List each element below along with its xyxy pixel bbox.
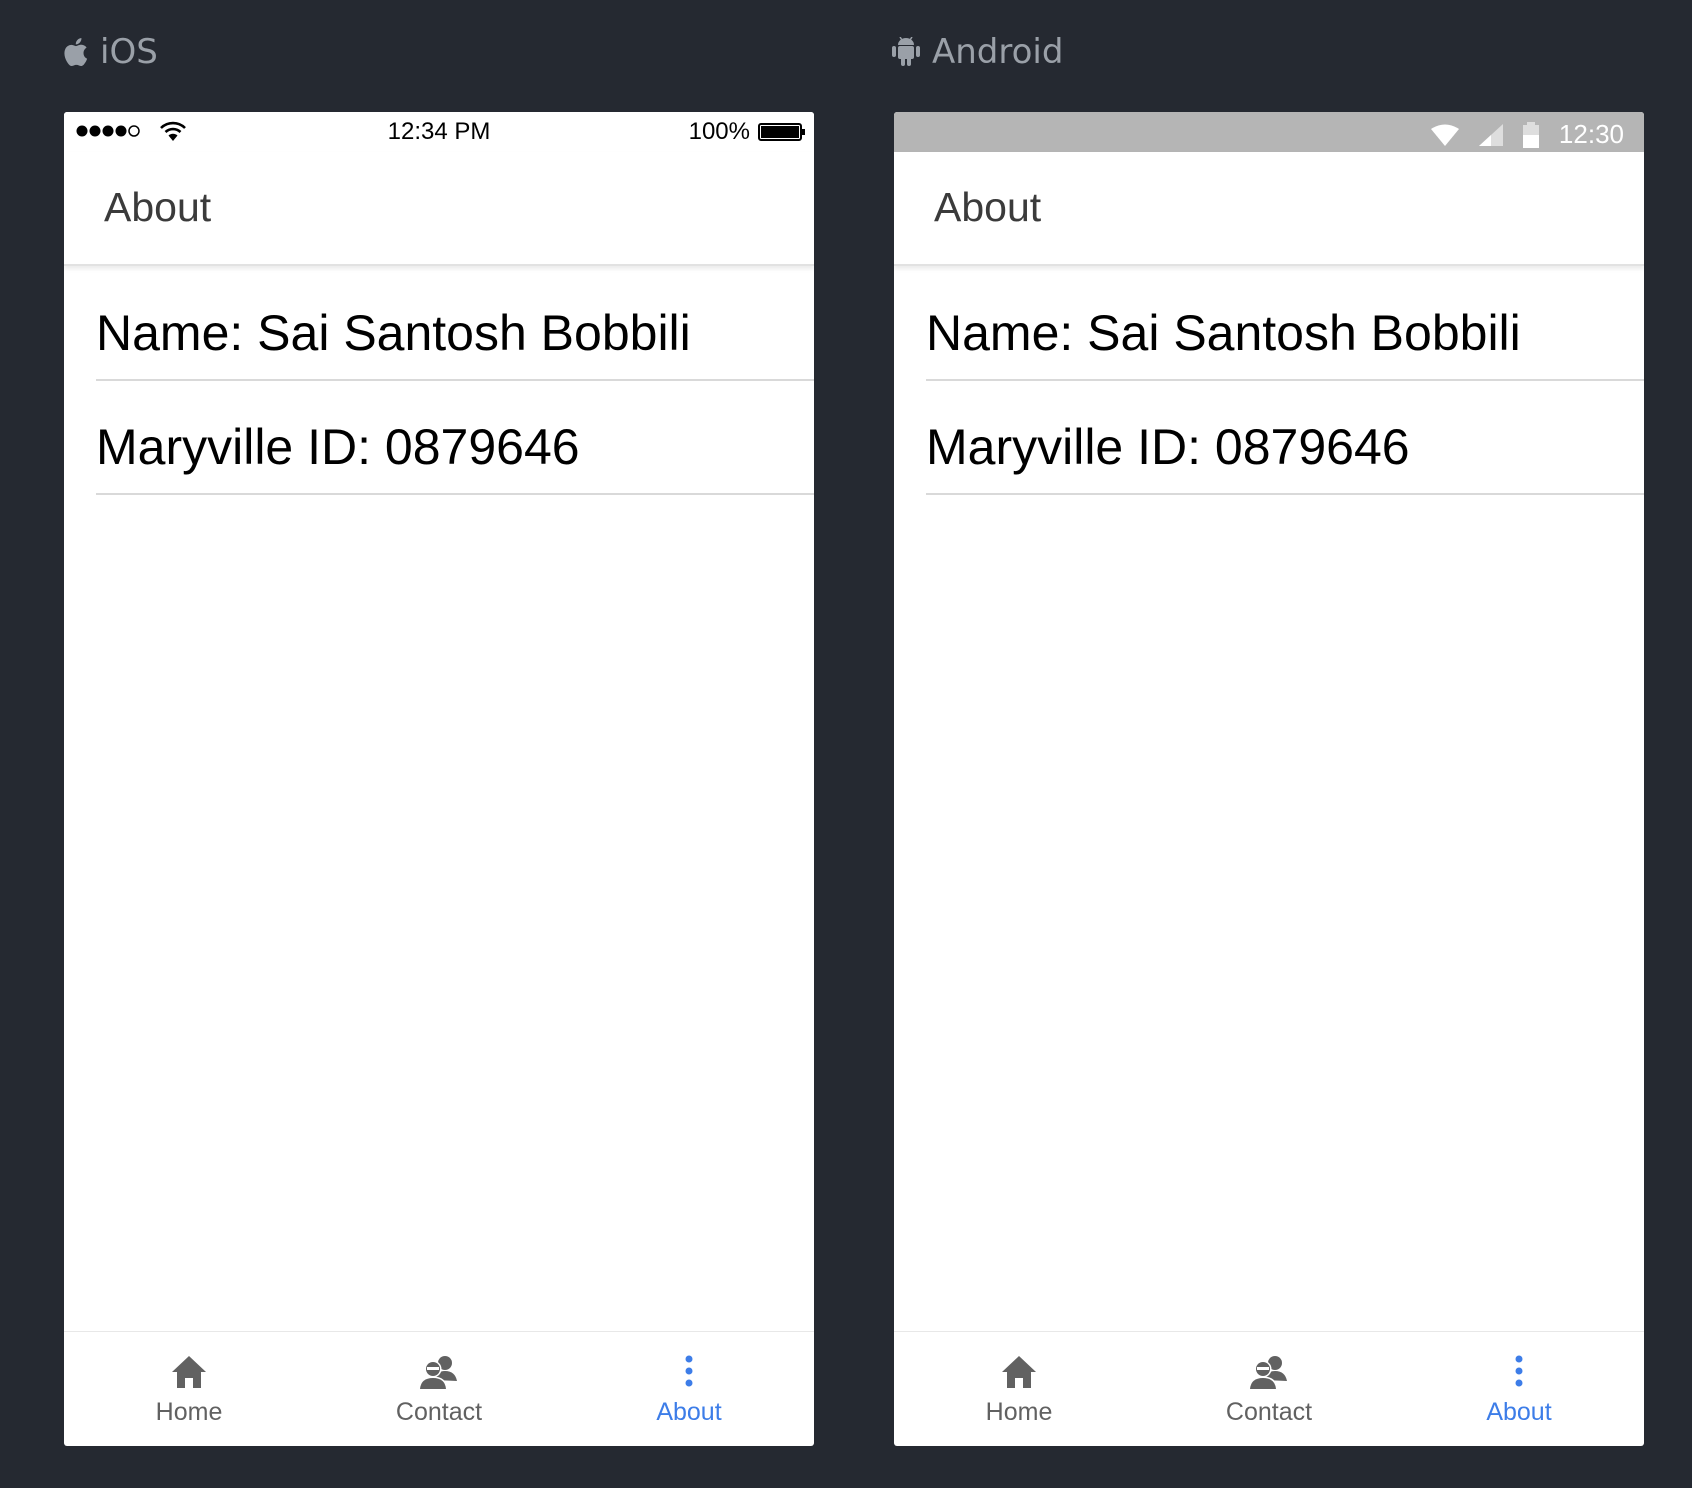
list-item-text: Name: Sai Santosh Bobbili xyxy=(96,305,691,361)
android-status-time: 12:30 xyxy=(1558,119,1624,149)
tab-contact[interactable]: Contact xyxy=(1144,1332,1394,1446)
more-vertical-icon xyxy=(1515,1355,1523,1387)
android-status-bar: 12:30 xyxy=(894,112,1644,152)
apple-icon xyxy=(64,38,88,67)
list-item-id: Maryville ID: 0879646 xyxy=(926,381,1644,495)
wifi-icon xyxy=(1430,124,1459,146)
ios-header: About xyxy=(64,152,814,266)
ios-about-list: Name: Sai Santosh Bobbili Maryville ID: … xyxy=(96,267,814,495)
android-icon xyxy=(892,37,920,66)
tab-label: Contact xyxy=(395,1398,483,1426)
ios-phone-screen: 12:34 PM 100% About Name: Sai Santosh Bo… xyxy=(64,112,814,1446)
list-item-name: Name: Sai Santosh Bobbili xyxy=(96,267,814,381)
list-item-text: Maryville ID: 0879646 xyxy=(926,419,1410,475)
tab-label: Home xyxy=(985,1398,1053,1426)
home-icon xyxy=(1002,1356,1036,1388)
battery-percentage: 100% xyxy=(688,118,750,145)
tab-label: Home xyxy=(155,1398,223,1426)
list-item-text: Maryville ID: 0879646 xyxy=(96,419,580,475)
home-icon xyxy=(172,1356,206,1388)
ios-tab-bar: Home Contact About xyxy=(64,1331,814,1446)
more-vertical-icon xyxy=(685,1355,693,1387)
android-platform-label: Android xyxy=(892,30,1063,74)
tab-label: About xyxy=(656,1398,722,1426)
page-title: About xyxy=(934,184,1042,230)
tab-about[interactable]: About xyxy=(1394,1332,1644,1446)
ios-status-bar: 12:34 PM 100% xyxy=(64,112,814,152)
ios-platform-name: iOS xyxy=(100,32,158,72)
battery-icon xyxy=(1522,121,1539,148)
page-title: About xyxy=(104,184,212,230)
android-phone-screen: 12:30 About Name: Sai Santosh Bobbili Ma… xyxy=(894,112,1644,1446)
ios-platform-label: iOS xyxy=(62,30,158,74)
tab-home[interactable]: Home xyxy=(64,1332,314,1446)
tab-label: Contact xyxy=(1225,1398,1313,1426)
cellular-signal-icon xyxy=(1478,123,1503,146)
contact-icon xyxy=(419,1356,457,1390)
android-header: About xyxy=(894,152,1644,266)
list-item-name: Name: Sai Santosh Bobbili xyxy=(926,267,1644,381)
tab-home[interactable]: Home xyxy=(894,1332,1144,1446)
battery-level xyxy=(761,126,799,138)
contact-icon xyxy=(1249,1356,1287,1390)
list-item-text: Name: Sai Santosh Bobbili xyxy=(926,305,1521,361)
android-platform-name: Android xyxy=(932,32,1064,72)
android-tab-bar: Home Contact About xyxy=(894,1331,1644,1446)
list-item-id: Maryville ID: 0879646 xyxy=(96,381,814,495)
battery-icon xyxy=(758,123,805,141)
android-about-list: Name: Sai Santosh Bobbili Maryville ID: … xyxy=(926,267,1644,495)
tab-contact[interactable]: Contact xyxy=(314,1332,564,1446)
tab-about[interactable]: About xyxy=(564,1332,814,1446)
tab-label: About xyxy=(1486,1398,1552,1426)
